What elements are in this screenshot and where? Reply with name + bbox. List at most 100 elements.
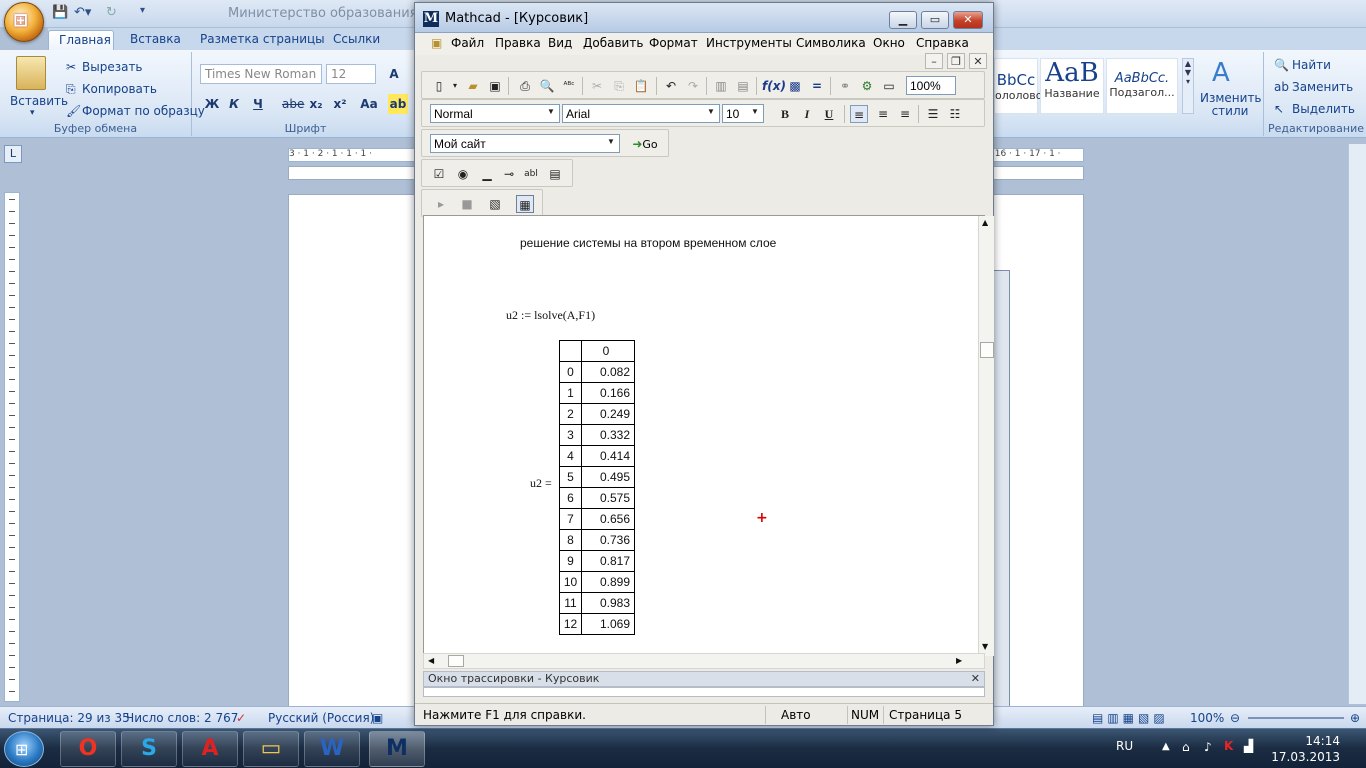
row-value-cell[interactable]: 0.983 xyxy=(581,592,635,614)
zoom-slider[interactable] xyxy=(1248,717,1344,719)
maximize-button[interactable]: ▭ xyxy=(921,11,949,29)
menu-file[interactable]: Файл xyxy=(451,36,484,50)
style-select[interactable]: Normal ▼ xyxy=(430,104,560,123)
clock-date[interactable]: 17.03.2013 xyxy=(1271,750,1340,764)
signal-icon[interactable]: ▟ xyxy=(1244,739,1253,753)
mathcad-taskbar-icon[interactable]: M xyxy=(369,731,425,767)
save-icon[interactable]: ▣ xyxy=(486,77,504,95)
worksheet[interactable]: решение системы на втором временном слое… xyxy=(423,215,994,656)
underline-button[interactable]: U xyxy=(820,105,838,123)
row-value-cell[interactable]: 0.082 xyxy=(581,361,635,383)
replace-icon[interactable]: ab xyxy=(1274,80,1289,94)
row-value-cell[interactable]: 0.736 xyxy=(581,529,635,551)
tab-home[interactable]: Главная xyxy=(48,30,114,50)
menu-tools[interactable]: Инструменты xyxy=(706,36,792,50)
acrobat-taskbar-icon[interactable]: A xyxy=(182,731,238,767)
menu-view[interactable]: Вид xyxy=(548,36,572,50)
calculate-icon[interactable]: = xyxy=(808,77,826,95)
superscript-button[interactable]: x² xyxy=(330,94,350,114)
tab-references[interactable]: Ссылки xyxy=(323,30,390,50)
paste-dropdown-icon[interactable]: ▾ xyxy=(30,108,35,118)
vertical-scroll-thumb[interactable] xyxy=(980,342,994,358)
tab-insert[interactable]: Вставка xyxy=(120,30,191,50)
font-size-box[interactable]: 12 xyxy=(326,64,376,84)
print-preview-icon[interactable]: 🔍 xyxy=(538,77,556,95)
menu-symbolics[interactable]: Символика xyxy=(796,36,866,50)
doc-minimize-button[interactable]: – xyxy=(925,53,943,69)
row-value-cell[interactable]: 0.575 xyxy=(581,487,635,509)
styles-scroll-icon[interactable]: ▲ ▼ ▾ xyxy=(1182,58,1194,114)
undo-icon[interactable]: ↶▾ xyxy=(74,5,91,23)
select-icon[interactable]: ↖ xyxy=(1274,102,1284,116)
align-left-icon[interactable]: ≡ xyxy=(850,105,868,123)
align-right-icon[interactable]: ≡ xyxy=(896,105,914,123)
change-case-button[interactable]: Aa xyxy=(356,94,382,114)
row-value-cell[interactable]: 0.817 xyxy=(581,550,635,572)
slider-control-icon[interactable]: ⊸ xyxy=(500,165,518,183)
trace-close-icon[interactable]: ✕ xyxy=(971,672,980,685)
align-across-icon[interactable]: ▥ xyxy=(712,77,730,95)
redo-icon[interactable]: ↷ xyxy=(684,77,702,95)
toggle-debug-icon[interactable]: ▸ xyxy=(432,195,450,213)
row-value-cell[interactable]: 0.332 xyxy=(581,424,635,446)
status-zoom-level[interactable]: 100% xyxy=(1190,711,1224,725)
select-button[interactable]: Выделить xyxy=(1292,102,1355,116)
bold-button[interactable]: Ж xyxy=(202,94,222,114)
close-button[interactable]: ✕ xyxy=(953,11,983,29)
undo-icon[interactable]: ↶ xyxy=(662,77,680,95)
bold-button[interactable]: B xyxy=(776,105,794,123)
save-icon[interactable]: 💾 xyxy=(52,5,68,23)
font-size-select[interactable]: 10 ▼ xyxy=(722,104,764,123)
math-region-formula[interactable]: u2 := lsolve(A,F1) xyxy=(506,308,595,323)
scroll-right-icon[interactable]: ▶ xyxy=(956,656,962,665)
row-value-cell[interactable]: 0.899 xyxy=(581,571,635,593)
text-region-heading[interactable]: решение системы на втором временном слое xyxy=(520,236,776,250)
open-icon[interactable]: ▰ xyxy=(464,77,482,95)
doc-restore-button[interactable]: ❐ xyxy=(947,53,965,69)
mathcad-title-bar[interactable]: M Mathcad - [Курсовик] ▁ ▭ ✕ xyxy=(415,3,993,33)
qat-customize-icon[interactable]: ▾ xyxy=(140,5,145,23)
row-value-cell[interactable]: 1.069 xyxy=(581,613,635,635)
cut-icon[interactable]: ✂ xyxy=(66,60,76,74)
trace-window-body[interactable] xyxy=(423,687,985,697)
status-language[interactable]: Русский (Россия) xyxy=(268,711,374,725)
style-tile-title[interactable]: AaB Название xyxy=(1040,58,1104,114)
highlight-icon[interactable]: ab xyxy=(388,94,408,114)
paste-button[interactable]: Вставить xyxy=(10,94,68,108)
align-center-icon[interactable]: ≡ xyxy=(874,105,892,123)
font-select[interactable]: Arial ▼ xyxy=(562,104,720,123)
zoom-out-icon[interactable]: ⊖ xyxy=(1230,711,1240,725)
push-button-control-icon[interactable]: ▁ xyxy=(478,165,496,183)
explorer-taskbar-icon[interactable]: ▭ xyxy=(243,731,299,767)
numbering-icon[interactable]: ☷ xyxy=(946,105,964,123)
italic-button[interactable]: К xyxy=(224,94,244,114)
menu-insert[interactable]: Добавить xyxy=(583,36,643,50)
vertical-ruler[interactable] xyxy=(4,192,20,702)
volume-icon[interactable]: ♪ xyxy=(1204,740,1212,754)
language-indicator[interactable]: RU xyxy=(1116,739,1133,753)
start-button[interactable]: ⊞ xyxy=(4,731,44,767)
insert-function-icon[interactable]: f(x) xyxy=(762,77,786,95)
word-vertical-scrollbar[interactable] xyxy=(1348,144,1366,704)
spell-check-icon[interactable]: ᴬᴮᶜ xyxy=(560,77,578,95)
menu-window[interactable]: Окно xyxy=(873,36,905,50)
debug-mode-icon[interactable]: ▦ xyxy=(516,195,534,213)
clock-time[interactable]: 14:14 xyxy=(1305,734,1340,748)
print-icon[interactable]: ⎙ xyxy=(516,77,534,95)
doc-close-button[interactable]: ✕ xyxy=(969,53,987,69)
skype-taskbar-icon[interactable]: S xyxy=(121,731,177,767)
copy-icon[interactable]: ⎘ xyxy=(610,77,628,95)
insert-unit-icon[interactable]: ▩ xyxy=(786,77,804,95)
spelling-check-icon[interactable]: ✓ xyxy=(236,711,246,725)
worksheet-vertical-scrollbar[interactable]: ▲ ▼ xyxy=(978,216,994,656)
style-tile-subtitle[interactable]: AaBbCc. Подзагол... xyxy=(1106,58,1178,114)
result-matrix-table[interactable]: 0 0 0.082 1 0.166 2 0.249 3 0.332 4 0.414 5 0.495 6 0… xyxy=(559,340,635,635)
listbox-control-icon[interactable]: ▤ xyxy=(546,165,564,183)
status-word-count[interactable]: Число слов: 2 767 xyxy=(126,711,238,725)
menu-format[interactable]: Формат xyxy=(649,36,698,50)
change-styles-icon[interactable]: A xyxy=(1212,58,1230,88)
row-value-cell[interactable]: 0.414 xyxy=(581,445,635,467)
replace-button[interactable]: Заменить xyxy=(1292,80,1353,94)
checkbox-control-icon[interactable]: ☑ xyxy=(430,165,448,183)
textbox-control-icon[interactable]: abl xyxy=(522,165,540,183)
